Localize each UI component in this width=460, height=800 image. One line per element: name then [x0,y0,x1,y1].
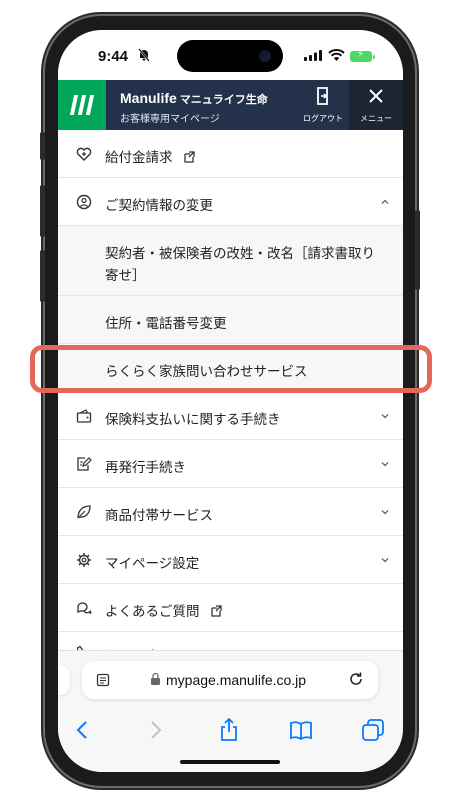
cellular-signal-icon [304,50,322,61]
back-icon[interactable] [70,717,96,743]
site-header: Manulife マニュライフ生命 お客様専用マイページ ログアウト メニュー [58,80,403,130]
action-button [40,132,45,160]
brand-latin: Manulife [120,90,177,106]
menu-item-label: 商品付帯サービス [105,508,213,523]
menu-label: メニュー [360,114,392,123]
submenu-item-label: 契約者・被保険者の改姓・改名［請求書取り [105,246,375,261]
tabs-icon[interactable] [360,717,386,743]
bookmarks-icon[interactable] [288,717,314,743]
menu-item-benefit-claim[interactable]: 給付金請求 [58,130,403,178]
highlight-annotation [30,345,432,393]
menu-item-label: 給付金請求 [105,150,173,165]
wifi-icon [328,49,345,61]
chevron-down-icon [381,414,389,419]
header-subtitle: お客様専用マイページ [120,114,220,125]
home-indicator [180,760,280,764]
submenu-item-address-change[interactable]: 住所・電話番号変更 [58,296,403,344]
menu-item-label: マイページ設定 [105,556,200,571]
forward-icon[interactable] [142,717,168,743]
reload-icon[interactable] [348,671,364,687]
menu-item-label: 保険料支払いに関する手続き [105,412,281,427]
heart-plus-icon [76,147,92,161]
chat-bubbles-icon [77,602,92,614]
menu-item-premium-payment[interactable]: 保険料支払いに関する手続き [58,392,403,440]
menu-item-mypage-settings[interactable]: マイページ設定 [58,536,403,584]
bell-off-icon [138,48,150,62]
chevron-down-icon [381,510,389,515]
wallet-icon [76,409,92,423]
manulife-logo[interactable] [58,80,106,130]
menu-item-label: よくあるご質問 [105,604,200,619]
gear-icon [77,553,91,567]
safari-bottom-bar: mypage.manulife.co.jp [58,650,403,772]
menu-item-reissue[interactable]: 再発行手続き [58,440,403,488]
lock-icon [151,672,160,685]
submenu-item-label: 住所・電話番号変更 [105,316,227,331]
edit-document-icon [77,457,92,471]
logout-button[interactable]: ログアウト [298,80,348,130]
chevron-down-icon [381,558,389,563]
close-icon [369,89,383,103]
submenu-item-label-cont: 寄せ］ [105,268,146,283]
menu-item-label: ご契約情報の変更 [105,198,213,213]
external-link-icon [183,151,195,163]
status-bar: 9:44 ⚡ [58,30,403,80]
external-link-icon [210,605,222,617]
person-circle-icon [76,194,92,210]
brand-japanese: マニュライフ生命 [179,94,268,106]
url-text: mypage.manulife.co.jp [166,672,307,688]
logout-label: ログアウト [303,114,343,123]
reader-mode-icon[interactable] [96,673,110,687]
phone-screen: 9:44 ⚡ Manulife マニュライフ生命 お客様専用マイページ ログアウ… [58,30,403,772]
previous-tab-peek[interactable] [58,665,70,695]
menu-item-label: 再発行手続き [105,460,186,475]
safari-toolbar [58,711,403,751]
status-time: 9:44 [98,48,129,65]
submenu-item-name-change[interactable]: 契約者・被保険者の改姓・改名［請求書取り 寄せ］ [58,226,403,296]
dynamic-island [177,40,283,72]
menu-close-button[interactable]: メニュー [349,80,403,130]
chevron-down-icon [381,462,389,467]
chevron-up-icon [381,199,389,204]
battery-icon: ⚡ [350,49,375,62]
address-bar[interactable]: mypage.manulife.co.jp [82,661,378,699]
brand-name: Manulife マニュライフ生命 [120,90,268,107]
leaf-icon [77,505,91,519]
menu-item-contract-change[interactable]: ご契約情報の変更 [58,178,403,226]
menu-item-product-services[interactable]: 商品付帯サービス [58,488,403,536]
volume-down-button [40,250,45,302]
menu-item-faq[interactable]: よくあるご質問 [58,584,403,632]
share-icon[interactable] [216,717,242,743]
navigation-menu: 給付金請求 ご契約情報の変更 契約者・被保険者の改姓・改名［請求書取り 寄せ］ … [58,130,403,660]
power-button [415,210,420,290]
volume-up-button [40,185,45,237]
logout-icon [317,87,328,105]
